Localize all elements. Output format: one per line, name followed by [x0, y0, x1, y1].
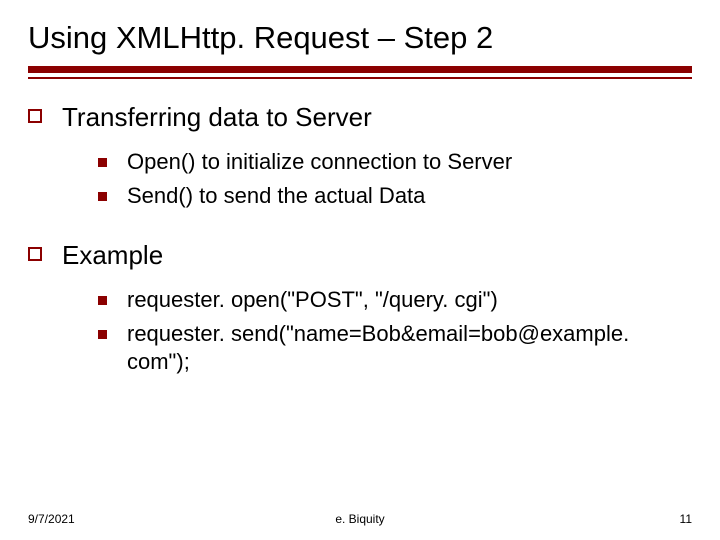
square-open-icon [28, 247, 42, 261]
l2-text: Open() to initialize connection to Serve… [127, 148, 512, 176]
l2-text: requester. send("name=Bob&email=bob@exam… [127, 320, 647, 376]
list-item-l2: Send() to send the actual Data [98, 182, 692, 210]
list-item-l2: requester. open("POST", "/query. cgi") [98, 286, 692, 314]
divider-thick [28, 66, 692, 73]
l2-text: requester. open("POST", "/query. cgi") [127, 286, 498, 314]
sublist: Open() to initialize connection to Serve… [98, 148, 692, 210]
l1-text: Example [62, 239, 163, 272]
square-filled-icon [98, 158, 107, 167]
slide-title: Using XMLHttp. Request – Step 2 [28, 20, 692, 56]
divider-thin [28, 77, 692, 79]
l2-text: Send() to send the actual Data [127, 182, 425, 210]
footer-center: e. Biquity [28, 512, 692, 526]
list-item-l2: Open() to initialize connection to Serve… [98, 148, 692, 176]
list-item-l1: Transferring data to Server [28, 101, 692, 134]
square-filled-icon [98, 330, 107, 339]
l1-text: Transferring data to Server [62, 101, 372, 134]
square-open-icon [28, 109, 42, 123]
list-item-l1: Example [28, 239, 692, 272]
slide: Using XMLHttp. Request – Step 2 Transfer… [0, 0, 720, 540]
square-filled-icon [98, 192, 107, 201]
list-item-l2: requester. send("name=Bob&email=bob@exam… [98, 320, 692, 376]
footer: 9/7/2021 e. Biquity 11 [28, 512, 692, 526]
slide-body: Transferring data to Server Open() to in… [28, 101, 692, 376]
sublist: requester. open("POST", "/query. cgi") r… [98, 286, 692, 376]
square-filled-icon [98, 296, 107, 305]
